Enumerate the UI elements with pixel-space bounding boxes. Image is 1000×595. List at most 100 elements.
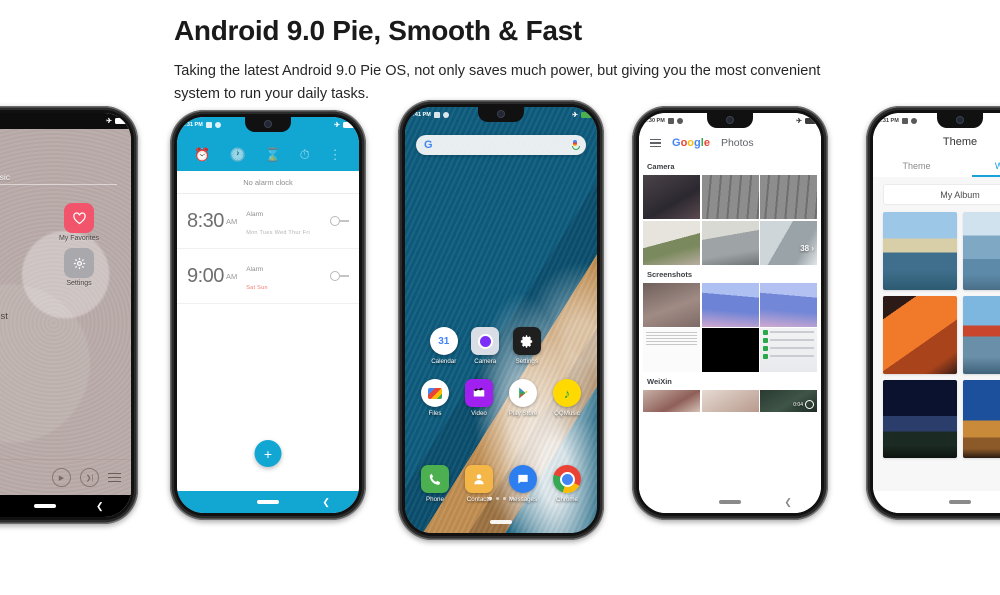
video-thumb[interactable]: 0:04: [760, 390, 817, 412]
photo-thumb[interactable]: [643, 390, 700, 412]
phone4-nav-bar: ❮: [639, 491, 821, 513]
microphone-icon[interactable]: [572, 140, 580, 150]
app-grid: 31 Calendar Camera Settings Files Video …: [413, 327, 589, 431]
app-chrome[interactable]: Chrome: [545, 465, 589, 503]
wallpaper-thumb[interactable]: [883, 380, 957, 458]
wallpaper-thumb[interactable]: [963, 296, 1000, 374]
phone1-status-bar: ✈: [0, 113, 131, 129]
play-icon[interactable]: ▶: [52, 468, 71, 487]
wallpaper-thumb[interactable]: [883, 212, 957, 290]
header-block: Android 9.0 Pie, Smooth & Fast Taking th…: [174, 14, 874, 106]
app-contacts[interactable]: Contacts: [457, 465, 501, 503]
music-shortcut-folders[interactable]: Folders: [0, 203, 23, 242]
tab-timer[interactable]: ⌛: [265, 148, 281, 161]
status-right: ✈: [106, 118, 126, 125]
status-left: 6:31 PM: [878, 118, 917, 124]
home-pill[interactable]: [949, 500, 971, 504]
theme-app-bar: Theme: [873, 129, 1000, 155]
tab-alarm[interactable]: ⏰: [194, 148, 210, 161]
phone3-screen: 7:41 PM ✈ G 31 Calendar Camera Settings …: [405, 107, 597, 533]
app-calendar[interactable]: 31 Calendar: [423, 327, 465, 365]
list-menu-icon[interactable]: [108, 473, 121, 482]
app-files[interactable]: Files: [413, 379, 457, 417]
photo-thumb[interactable]: [701, 328, 759, 372]
back-icon[interactable]: ❮: [784, 497, 792, 507]
photo-thumb[interactable]: [701, 175, 759, 219]
back-icon[interactable]: ❮: [96, 501, 104, 511]
alarm-days: Mon Tues Wed Thur Fri: [246, 230, 311, 236]
music-search-field[interactable]: in local music: [0, 169, 117, 185]
phone1-nav-bar: ❮: [0, 495, 131, 517]
wallpaper-thumb[interactable]: [883, 296, 957, 374]
app-row-1: 31 Calendar Camera Settings: [413, 327, 589, 365]
app-play-store[interactable]: Play Store: [501, 379, 545, 417]
photo-thumb[interactable]: [701, 220, 759, 265]
photo-thumb[interactable]: [760, 328, 817, 372]
photo-thumb[interactable]: [760, 282, 817, 327]
wallpaper-thumb[interactable]: [963, 212, 1000, 290]
app-phone[interactable]: Phone: [413, 465, 457, 503]
photo-thumb[interactable]: [643, 220, 700, 265]
tab-wallpaper[interactable]: Wall: [960, 155, 1000, 177]
app-label: Calendar: [431, 358, 457, 365]
photo-thumb[interactable]: [701, 390, 759, 412]
app-qqmusic[interactable]: ♪ QQMusic: [545, 379, 589, 417]
phone-icon: [421, 465, 449, 493]
tab-clock[interactable]: 🕐: [229, 148, 245, 161]
app-video[interactable]: Video: [457, 379, 501, 417]
skip-next-icon[interactable]: ❯|: [80, 468, 99, 487]
alarm-row[interactable]: 8:30 AM Alarm Mon Tues Wed Thur Fri: [177, 194, 359, 249]
dock-row: Phone Contacts Messages Chrome: [413, 465, 589, 503]
photo-thumb[interactable]: [760, 175, 817, 219]
play-store-icon: [509, 379, 537, 407]
tab-theme[interactable]: Theme: [873, 155, 960, 177]
status-clock-label: 6:31 PM: [878, 118, 899, 124]
app-camera[interactable]: Camera: [465, 327, 507, 365]
google-search-bar[interactable]: G: [416, 135, 586, 155]
photos-app-bar: Google Photos: [639, 129, 821, 157]
gear-icon: [512, 327, 541, 355]
section-header-screenshots: Screenshots: [647, 269, 693, 279]
overflow-menu-icon[interactable]: ⋮: [329, 148, 342, 161]
photo-thumb[interactable]: [643, 282, 700, 327]
home-pill[interactable]: [719, 500, 741, 504]
status-left: 6:30 PM: [644, 118, 683, 124]
home-pill[interactable]: [257, 500, 279, 504]
photo-thumb[interactable]: [701, 282, 759, 327]
photos-content: Camera 38 › Screenshots WeiXin 0:04: [639, 157, 821, 491]
app-settings[interactable]: Settings: [506, 327, 548, 365]
music-shortcut-favorites[interactable]: My Favorites: [37, 203, 121, 242]
my-album-button[interactable]: My Album: [883, 184, 1000, 205]
alarm-toggle[interactable]: [330, 271, 349, 281]
back-icon[interactable]: ❮: [322, 497, 330, 507]
add-alarm-button[interactable]: +: [254, 440, 282, 467]
alarm-row[interactable]: 9:00 AM Alarm Sat Sun: [177, 249, 359, 304]
battery-icon: [115, 118, 126, 124]
music-search-text: in local music: [0, 171, 11, 182]
phone3-bezel: 7:41 PM ✈ G 31 Calendar Camera Settings …: [402, 104, 600, 536]
music-shortcut-theme[interactable]: Theme: [0, 248, 23, 287]
phone3-nav-bar: [405, 511, 597, 533]
create-song-list-row[interactable]: e new song list: [0, 311, 8, 322]
hamburger-icon[interactable]: [650, 138, 661, 148]
wallpaper-thumb[interactable]: [963, 380, 1000, 458]
app-messages[interactable]: Messages: [501, 465, 545, 503]
photo-thumb[interactable]: [643, 175, 700, 219]
phone1-screen: ✈ in local music Folders: [0, 113, 131, 517]
account-icon: [214, 122, 221, 128]
status-clock-label: 6:30 PM: [644, 118, 665, 124]
app-label: Contacts: [466, 496, 492, 503]
tab-stopwatch[interactable]: ⏱: [300, 148, 310, 161]
chat-line: [760, 328, 817, 336]
home-pill[interactable]: [490, 520, 512, 524]
more-count-badge: 38 ›: [800, 243, 814, 253]
music-mini-player: wn artist ▶ ❯|: [0, 459, 131, 495]
alarm-toggle[interactable]: [330, 216, 349, 226]
music-shortcut-settings[interactable]: Settings: [37, 248, 121, 287]
alarm-ampm: AM: [225, 216, 238, 226]
photo-grid-screenshots: [639, 282, 821, 372]
app-label: QQMusic: [554, 410, 580, 417]
home-pill[interactable]: [34, 504, 56, 508]
photo-thumb-more[interactable]: 38 ›: [760, 220, 817, 265]
photo-thumb[interactable]: [643, 328, 700, 372]
